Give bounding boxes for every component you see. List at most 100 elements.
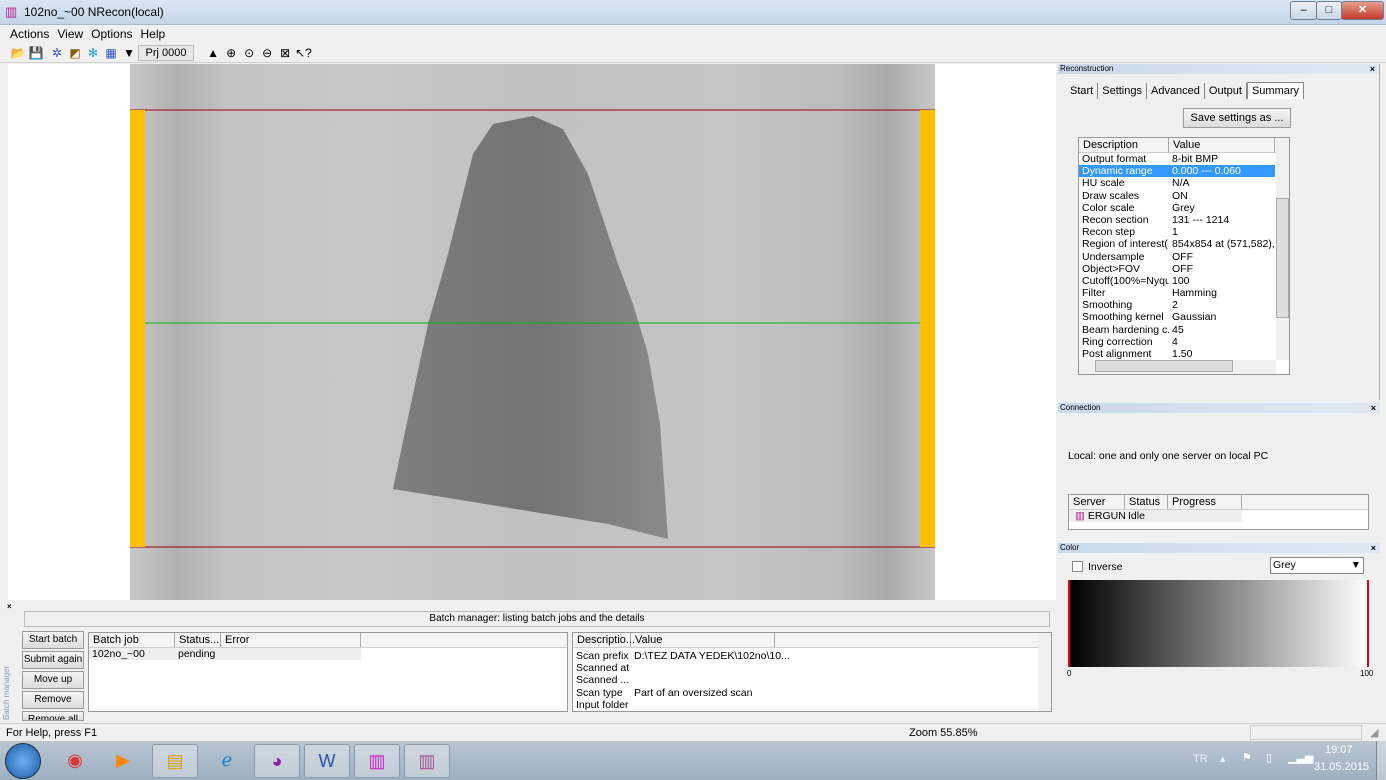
table-row[interactable]: Scanned at bbox=[573, 662, 1051, 674]
action-center-icon[interactable]: ⚑ bbox=[1242, 751, 1252, 764]
summary-row[interactable]: Smoothing 2 bbox=[1079, 299, 1275, 311]
summary-row[interactable]: Recon step 1 bbox=[1079, 226, 1275, 238]
summary-row[interactable]: Draw scales ON bbox=[1079, 190, 1275, 202]
column-header[interactable]: Batch job bbox=[89, 633, 175, 647]
table-row[interactable]: Input folder bbox=[573, 699, 1051, 711]
projection-viewer[interactable] bbox=[8, 64, 1056, 600]
fine-tune-icon[interactable]: ✻ bbox=[85, 45, 101, 61]
table-row[interactable]: 102no_~00 pending bbox=[89, 648, 361, 661]
start-orb-icon[interactable] bbox=[5, 743, 41, 779]
remove-button[interactable]: Remove bbox=[22, 691, 84, 709]
up-arrow-icon[interactable]: ▲ bbox=[205, 45, 221, 61]
summary-row[interactable]: Object>FOV OFF bbox=[1079, 263, 1275, 275]
summary-row[interactable]: Filter Hamming bbox=[1079, 287, 1275, 299]
horizontal-scrollbar[interactable] bbox=[1079, 360, 1276, 374]
summary-row[interactable]: Dynamic range 0.000 --- 0.060 bbox=[1079, 165, 1275, 178]
fit-icon[interactable]: ⊠ bbox=[277, 45, 293, 61]
summary-row[interactable]: Smoothing kernel Gaussian bbox=[1079, 311, 1275, 323]
start-batch-button[interactable]: Start batch bbox=[22, 631, 84, 649]
summary-row[interactable]: Color scale Grey bbox=[1079, 202, 1275, 214]
close-icon[interactable]: × bbox=[1371, 543, 1376, 553]
close-icon[interactable]: × bbox=[1371, 403, 1376, 413]
column-header[interactable]: Description bbox=[1079, 138, 1169, 152]
remove-all-button[interactable]: Remove all bbox=[22, 711, 84, 721]
column-header[interactable]: Value bbox=[1169, 138, 1275, 152]
summary-row[interactable]: Ring correction 4 bbox=[1079, 336, 1275, 348]
summary-row[interactable]: Beam hardening c... 45 bbox=[1079, 324, 1275, 336]
close-button[interactable]: ✕ bbox=[1341, 1, 1384, 20]
row-description: HU scale bbox=[1082, 177, 1125, 190]
help-pointer-icon[interactable]: ↖? bbox=[295, 45, 312, 61]
column-header[interactable]: Progress bbox=[1168, 495, 1242, 509]
summary-row[interactable]: Cutoff(100%=Nyqu...100 bbox=[1079, 275, 1275, 287]
summary-row[interactable]: Undersample OFF bbox=[1079, 251, 1275, 263]
move-up-button[interactable]: Move up bbox=[22, 671, 84, 689]
menu-view[interactable]: View bbox=[53, 25, 87, 43]
network-icon[interactable]: ▁▃▅ bbox=[1288, 751, 1313, 764]
zoom-out-icon[interactable]: ⊖ bbox=[259, 45, 275, 61]
show-hidden-icons[interactable]: ▴ bbox=[1220, 752, 1226, 765]
clock-time[interactable]: 19:07 bbox=[1325, 744, 1353, 756]
ie-icon[interactable]: ℯ bbox=[204, 744, 250, 778]
color-gradient[interactable] bbox=[1068, 580, 1369, 667]
column-header[interactable]: Value bbox=[631, 633, 775, 647]
summary-row[interactable]: Output format 8-bit BMP bbox=[1079, 153, 1275, 165]
left-limit-bar[interactable] bbox=[130, 110, 145, 547]
battery-icon[interactable]: ▯ bbox=[1266, 751, 1272, 764]
column-header[interactable]: Status... bbox=[175, 633, 221, 647]
explorer-icon[interactable]: ▤ bbox=[152, 744, 198, 778]
show-desktop-button[interactable] bbox=[1376, 741, 1386, 780]
tab-summary[interactable]: Summary bbox=[1246, 82, 1305, 99]
save-icon[interactable]: 💾 bbox=[28, 45, 44, 61]
vertical-scrollbar[interactable] bbox=[1276, 138, 1289, 360]
maximize-button[interactable]: □ bbox=[1316, 1, 1342, 20]
menu-actions[interactable]: Actions bbox=[6, 25, 53, 43]
nrecon-server-icon[interactable]: ▥ bbox=[404, 744, 450, 778]
tab-settings[interactable]: Settings bbox=[1098, 83, 1147, 99]
menu-help[interactable]: Help bbox=[137, 25, 170, 43]
reconstruct-icon[interactable]: ✲ bbox=[49, 45, 65, 61]
column-header[interactable]: Server bbox=[1069, 495, 1125, 509]
menu-options[interactable]: Options bbox=[87, 25, 136, 43]
histogram-icon[interactable]: ▦ bbox=[103, 45, 119, 61]
projection-field[interactable]: Prj 0000 bbox=[138, 45, 194, 61]
summary-row[interactable]: HU scale N/A bbox=[1079, 177, 1275, 189]
table-row[interactable]: Scanned ... bbox=[573, 674, 1051, 686]
close-icon[interactable]: × bbox=[7, 602, 12, 611]
column-header[interactable]: Error bbox=[221, 633, 361, 647]
server-row[interactable]: ▥ERGUN...Idle bbox=[1069, 510, 1242, 523]
tab-start[interactable]: Start bbox=[1066, 83, 1099, 99]
open-icon[interactable]: 📂 bbox=[10, 45, 26, 61]
close-icon[interactable]: × bbox=[1370, 64, 1375, 74]
color-scale-select[interactable]: Grey ▼ bbox=[1270, 557, 1364, 574]
summary-row[interactable]: Post alignment 1.50 bbox=[1079, 348, 1275, 360]
vertical-scrollbar[interactable] bbox=[1038, 633, 1051, 711]
inverse-checkbox[interactable] bbox=[1072, 561, 1083, 572]
column-header[interactable]: Status bbox=[1125, 495, 1168, 509]
zoom-100-icon[interactable]: ⊙ bbox=[241, 45, 257, 61]
tab-advanced[interactable]: Advanced bbox=[1147, 83, 1205, 99]
app-icon[interactable]: ◕ bbox=[254, 744, 300, 778]
minimize-button[interactable]: – bbox=[1290, 1, 1317, 20]
word-icon[interactable]: W bbox=[304, 744, 350, 778]
submit-again-button[interactable]: Submit again bbox=[22, 651, 84, 669]
right-limit-bar[interactable] bbox=[920, 110, 935, 547]
column-header[interactable]: Descriptio... bbox=[573, 633, 635, 647]
summary-row[interactable]: Region of interest(... 854x854 at (571,58… bbox=[1079, 238, 1275, 250]
media-player-icon[interactable]: ▶ bbox=[100, 744, 146, 778]
nrecon-icon[interactable]: ▥ bbox=[354, 744, 400, 778]
preview-icon[interactable]: ◩ bbox=[67, 45, 83, 61]
table-row[interactable]: Scan type Part of an oversized scan bbox=[573, 687, 1051, 699]
zoom-in-icon[interactable]: ⊕ bbox=[223, 45, 239, 61]
language-indicator[interactable]: TR bbox=[1193, 753, 1208, 765]
resize-grip-icon[interactable]: ◢ bbox=[1370, 726, 1378, 739]
status-pane bbox=[1250, 725, 1362, 740]
tab-output[interactable]: Output bbox=[1205, 83, 1247, 99]
table-row[interactable]: Scan prefix D:\TEZ DATA YEDEK\102no\10... bbox=[573, 650, 1051, 662]
down-arrow-icon[interactable]: ▼ bbox=[121, 45, 137, 61]
row-value: N/A bbox=[1172, 177, 1190, 190]
save-settings-button[interactable]: Save settings as ... bbox=[1183, 108, 1291, 128]
summary-row[interactable]: Recon section 131 --- 1214 bbox=[1079, 214, 1275, 226]
clock-date[interactable]: 31.05.2015 bbox=[1314, 761, 1369, 773]
chrome-icon[interactable]: ◉ bbox=[52, 744, 98, 778]
